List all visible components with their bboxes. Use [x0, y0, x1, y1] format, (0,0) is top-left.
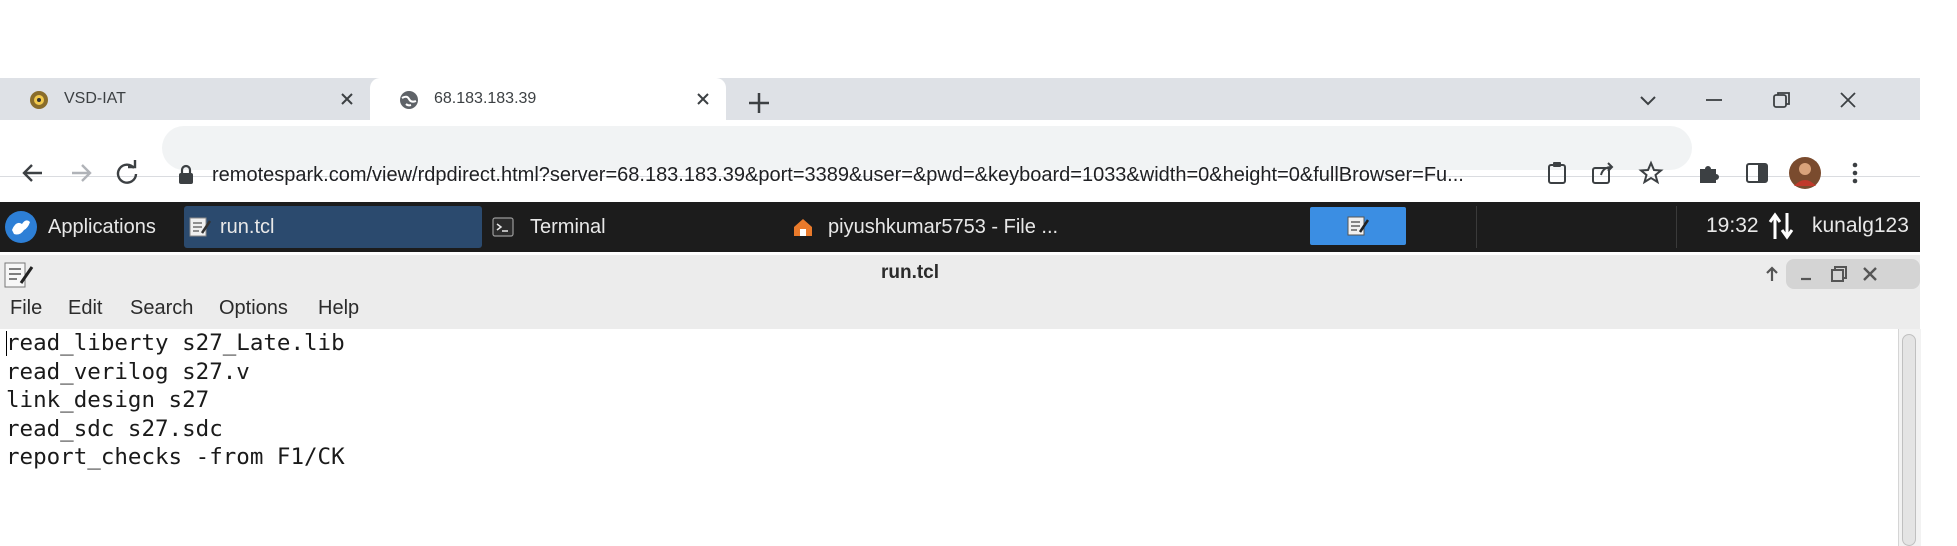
taskbar-item-label: Terminal: [530, 215, 606, 238]
side-panel-icon[interactable]: [1744, 160, 1770, 186]
applications-menu-button[interactable]: Applications: [4, 206, 174, 248]
text-cursor: [6, 331, 7, 356]
bookmark-star-icon[interactable]: [1638, 160, 1664, 186]
panel-username[interactable]: kunalg123: [1812, 214, 1909, 238]
text-editor-icon: [189, 217, 212, 237]
maximize-icon[interactable]: [1826, 262, 1850, 286]
tab-title: 68.183.183.39: [434, 90, 537, 107]
text-editor-icon: [1347, 216, 1370, 236]
taskbar-item-label: run.tcl: [220, 215, 275, 238]
back-arrow-icon[interactable]: [20, 160, 46, 186]
new-tab-plus-icon[interactable]: [746, 90, 772, 116]
taskbar-item-terminal[interactable]: Terminal: [488, 206, 786, 248]
globe-icon: [400, 91, 418, 109]
home-folder-icon: [794, 219, 812, 236]
taskbar-item-label: piyushkumar5753 - File ...: [828, 215, 1059, 238]
more-menu-icon[interactable]: [1842, 160, 1868, 186]
browser-tab-strip: VSD-IAT 68.183.183.39: [0, 78, 1920, 120]
vsd-logo-icon: [30, 91, 48, 109]
menu-bar: [0, 291, 1920, 330]
taskbar-item-run-tcl[interactable]: run.tcl: [184, 206, 482, 248]
panel-clock[interactable]: 19:32: [1706, 214, 1759, 238]
close-window-icon[interactable]: [1836, 88, 1860, 112]
minimize-icon[interactable]: [1702, 88, 1726, 112]
tab-title: VSD-IAT: [64, 90, 126, 107]
share-icon[interactable]: [1590, 160, 1616, 186]
taskbar-active-window-button[interactable]: [1310, 207, 1406, 245]
menu-search[interactable]: Search: [130, 297, 193, 320]
applications-label: Applications: [48, 215, 156, 238]
panel-separator: [1676, 206, 1677, 248]
profile-avatar[interactable]: [1788, 156, 1822, 190]
menu-help[interactable]: Help: [318, 297, 359, 320]
reload-icon[interactable]: [114, 160, 140, 186]
taskbar-item-file-manager[interactable]: piyushkumar5753 - File ...: [786, 206, 1084, 248]
close-icon[interactable]: [1858, 262, 1882, 286]
restore-icon[interactable]: [1770, 88, 1794, 112]
browser-tab-active[interactable]: 68.183.183.39: [370, 78, 726, 120]
tab-search-chevron-down-icon[interactable]: [1636, 88, 1660, 112]
menu-options[interactable]: Options: [219, 297, 288, 320]
menu-edit[interactable]: Edit: [68, 297, 102, 320]
panel-separator: [1476, 206, 1477, 248]
terminal-icon: [492, 217, 514, 237]
menu-file[interactable]: File: [10, 297, 42, 320]
forward-arrow-icon[interactable]: [68, 160, 94, 186]
xfce-logo-icon: [5, 211, 37, 243]
extensions-puzzle-icon[interactable]: [1696, 160, 1722, 186]
editor-content[interactable]: read_liberty s27_Late.lib read_verilog s…: [6, 329, 345, 472]
network-transfer-icon[interactable]: [1768, 211, 1794, 241]
scrollbar-thumb[interactable]: [1902, 334, 1916, 546]
window-title: run.tcl: [880, 262, 940, 283]
url-text[interactable]: remotespark.com/view/rdpdirect.html?serv…: [212, 160, 1572, 190]
close-icon[interactable]: [694, 90, 712, 108]
clipboard-icon[interactable]: [1544, 160, 1570, 186]
roll-up-arrow-icon[interactable]: [1760, 262, 1784, 286]
lock-icon[interactable]: [176, 164, 196, 186]
close-icon[interactable]: [338, 90, 356, 108]
browser-tab-vsd-iat[interactable]: VSD-IAT: [0, 78, 370, 120]
minimize-icon[interactable]: [1794, 262, 1818, 286]
